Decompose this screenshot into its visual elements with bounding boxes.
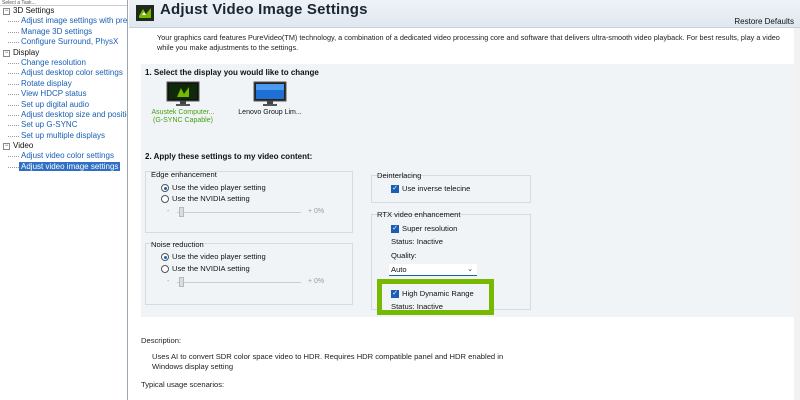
tree-item[interactable]: Change resolution xyxy=(0,58,127,68)
edge-slider-minus: - xyxy=(167,208,170,215)
page-title: Adjust Video Image Settings xyxy=(160,1,368,18)
tree: −3D Settings Adjust image settings with p… xyxy=(0,6,127,172)
tree-item-label: Adjust desktop color settings xyxy=(21,68,123,78)
edge-nvidia-radio[interactable] xyxy=(161,195,169,203)
tree-item-label: Manage 3D settings xyxy=(21,26,93,36)
noise-player-radio[interactable] xyxy=(161,253,169,261)
inverse-telecine-checkbox[interactable]: ✓ xyxy=(391,185,399,193)
display-sub: (G-SYNC Capable) xyxy=(153,117,213,124)
step2-label: 2. Apply these settings to my video cont… xyxy=(145,152,313,161)
description-label: Description: xyxy=(141,336,182,345)
tree-item-label: Adjust video color settings xyxy=(21,151,114,161)
hdr-highlight: ✓ High Dynamic Range Status: Inactive xyxy=(377,279,494,315)
noise-slider-track[interactable] xyxy=(177,282,301,283)
settings-panel: 1. Select the display you would like to … xyxy=(141,64,795,317)
tree-category[interactable]: − Display xyxy=(0,48,127,58)
tree-item[interactable]: Rotate display xyxy=(0,79,127,89)
noise-slider-minus: - xyxy=(167,278,170,285)
nvidia-logo-icon xyxy=(136,5,154,21)
deinterlacing-title: Deinterlacing xyxy=(377,171,422,180)
edge-slider-value: + 0% xyxy=(308,208,325,215)
monitor-icon xyxy=(253,81,287,106)
tree-item-label: Configure Surround, PhysX xyxy=(21,37,119,47)
tree-item[interactable]: Set up digital audio xyxy=(0,100,127,110)
super-resolution-checkbox[interactable]: ✓ xyxy=(391,225,399,233)
edge-slider-track[interactable] xyxy=(177,212,301,213)
display-asustek[interactable]: Asustek Computer... (G-SYNC Capable) xyxy=(149,81,217,125)
super-resolution-status: Status: Inactive xyxy=(391,237,443,246)
tree-category-label: Video xyxy=(13,141,34,151)
tree-category-label: 3D Settings xyxy=(13,6,55,15)
noise-slider-thumb[interactable] xyxy=(179,277,184,287)
tree-item-label: Set up G-SYNC xyxy=(21,120,78,130)
chevron-down-icon: ⌄ xyxy=(467,266,473,273)
tree-item[interactable]: Set up G-SYNC xyxy=(0,120,127,130)
tree-item-label: Change resolution xyxy=(21,57,86,67)
tree-item[interactable]: Adjust desktop size and position xyxy=(0,110,127,120)
tree-item[interactable]: Manage 3D settings xyxy=(0,27,127,37)
restore-defaults-link[interactable]: Restore Defaults xyxy=(734,17,794,26)
collapse-icon[interactable]: − xyxy=(3,143,10,151)
monitor-icon xyxy=(166,81,200,106)
page-header: Adjust Video Image Settings Restore Defa… xyxy=(129,0,800,28)
hdr-label[interactable]: High Dynamic Range xyxy=(402,289,474,298)
intro-text: Your graphics card features PureVideo(TM… xyxy=(157,33,780,52)
quality-value: Auto xyxy=(391,265,407,274)
display-name: Lenovo Group Lim... xyxy=(238,109,302,116)
rtx-title: RTX video enhancement xyxy=(377,210,461,219)
tree-category[interactable]: −3D Settings xyxy=(0,6,127,16)
task-tree: Select a Task... −3D Settings Adjust imag… xyxy=(0,0,128,400)
hdr-status: Status: Inactive xyxy=(391,302,443,311)
usage-label: Typical usage scenarios: xyxy=(141,380,225,389)
tree-item-label: Adjust image settings with preview xyxy=(21,16,128,26)
tree-item-label: Adjust video image settings xyxy=(19,161,121,171)
tree-item-label: Rotate display xyxy=(21,78,72,88)
main-pane: Adjust Video Image Settings Restore Defa… xyxy=(129,0,800,400)
tree-item[interactable]: View HDCP status xyxy=(0,89,127,99)
tree-item-label: Set up digital audio xyxy=(21,99,90,109)
tree-item[interactable]: Adjust video image settings xyxy=(0,161,127,172)
display-lenovo[interactable]: Lenovo Group Lim... xyxy=(233,81,307,117)
super-resolution-label[interactable]: Super resolution xyxy=(402,224,457,233)
tree-category[interactable]: − Video xyxy=(0,141,127,151)
noise-player-label[interactable]: Use the video player setting xyxy=(172,252,266,261)
description-text: Uses AI to convert SDR color space video… xyxy=(152,352,504,371)
tree-item[interactable]: Configure Surround, PhysX xyxy=(0,37,127,47)
noise-slider-value: + 0% xyxy=(308,278,325,285)
tree-item-label: Set up multiple displays xyxy=(21,130,106,140)
inverse-telecine-label[interactable]: Use inverse telecine xyxy=(402,184,470,193)
noise-reduction-title: Noise reduction xyxy=(151,240,204,249)
collapse-icon[interactable]: − xyxy=(3,49,10,57)
noise-nvidia-radio[interactable] xyxy=(161,265,169,273)
edge-nvidia-label[interactable]: Use the NVIDIA setting xyxy=(172,194,250,203)
tree-category-label: Display xyxy=(13,47,40,57)
tree-item-label: View HDCP status xyxy=(21,89,87,99)
scrollbar[interactable] xyxy=(794,28,800,400)
tree-item[interactable]: Adjust image settings with preview xyxy=(0,16,127,26)
quality-label: Quality: xyxy=(391,251,417,260)
tree-item[interactable]: Adjust video color settings xyxy=(0,151,127,161)
edge-player-radio[interactable] xyxy=(161,184,169,192)
quality-dropdown[interactable]: Auto ⌄ xyxy=(389,264,477,276)
edge-player-label[interactable]: Use the video player setting xyxy=(172,183,266,192)
tree-item[interactable]: Adjust desktop color settings xyxy=(0,68,127,78)
tree-item-label: Adjust desktop size and position xyxy=(21,109,128,119)
edge-enhancement-title: Edge enhancement xyxy=(151,170,217,179)
edge-slider-thumb[interactable] xyxy=(179,207,184,217)
tree-item[interactable]: Set up multiple displays xyxy=(0,131,127,141)
display-name: Asustek Computer... xyxy=(151,109,215,116)
nvidia-control-panel: Select a Task... −3D Settings Adjust imag… xyxy=(0,0,800,400)
noise-nvidia-label[interactable]: Use the NVIDIA setting xyxy=(172,264,250,273)
collapse-icon[interactable]: − xyxy=(3,8,10,15)
hdr-checkbox[interactable]: ✓ xyxy=(391,290,399,298)
step1-label: 1. Select the display you would like to … xyxy=(145,68,319,77)
